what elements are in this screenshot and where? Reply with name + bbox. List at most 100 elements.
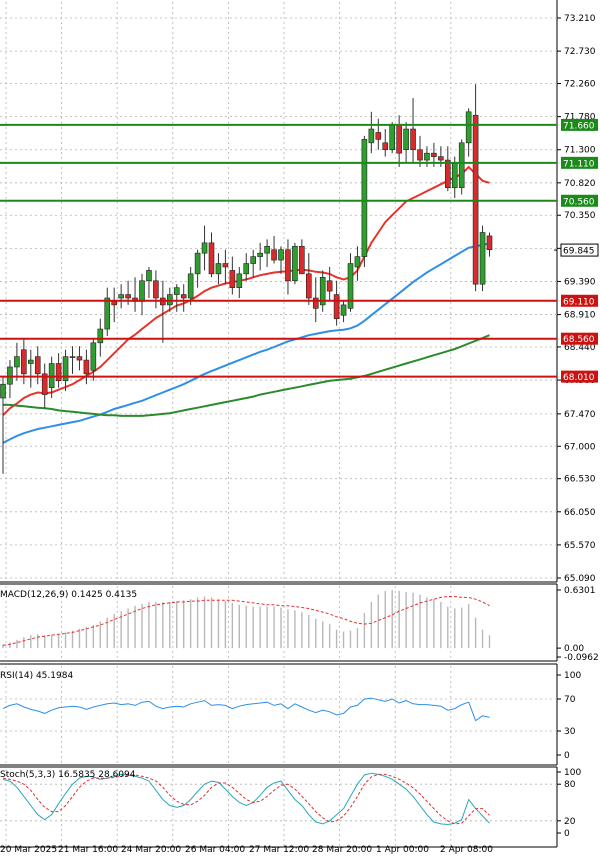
candle-body [222, 263, 229, 268]
candle-body [264, 245, 270, 254]
support-level-label: 69.110 [563, 297, 595, 307]
candle-body [7, 366, 13, 385]
ma-fast-line [2, 165, 490, 416]
candle-body [444, 159, 451, 188]
candle-body [361, 139, 368, 257]
candle-body [285, 249, 291, 282]
resistance-level-label: 71.110 [563, 159, 595, 169]
candle-body [354, 256, 361, 268]
rsi-line [2, 697, 490, 722]
candle-body [424, 152, 430, 161]
x-axis-time-label: 28 Mar 20:00 [312, 845, 372, 855]
candle-body [48, 363, 55, 388]
candle-body [458, 142, 465, 188]
price-y-tick-label: 67.470 [564, 410, 596, 420]
candle-body [187, 273, 194, 299]
candle-body [368, 128, 375, 144]
candle-body [21, 349, 27, 375]
rsi-y-tick-label: 0 [564, 751, 570, 761]
candle-body [257, 252, 263, 257]
rsi-indicator-label: RSI(14) 45.1984 [0, 671, 73, 681]
candle-body [111, 301, 117, 306]
candle-body [278, 249, 284, 261]
candle-body [208, 242, 215, 275]
price-y-tick-label: 67.000 [564, 442, 596, 452]
macd-y-tick-label: -0.0962 [564, 653, 599, 663]
candle-body [146, 270, 152, 282]
x-axis-time-label: 27 Mar 12:00 [249, 845, 309, 855]
candle-body [83, 359, 90, 375]
candle-body [451, 163, 458, 188]
resistance-level-label: 70.560 [563, 197, 595, 207]
candle-body [299, 245, 305, 275]
price-y-tick-label: 72.260 [564, 80, 596, 90]
price-y-tick-label: 65.090 [564, 574, 596, 584]
candle-body [479, 232, 486, 285]
candle-body [375, 132, 382, 140]
candle-body [417, 149, 423, 161]
x-axis-time-label: 1 Apr 00:00 [376, 845, 429, 855]
candle-body [167, 294, 173, 306]
price-y-tick-label: 70.820 [564, 179, 596, 189]
candle-body [27, 359, 34, 364]
candle-body [382, 142, 389, 151]
candle-body [194, 252, 201, 275]
candle-body [229, 270, 236, 288]
stoch-y-tick-label: 0 [564, 829, 570, 839]
candle-body [431, 152, 437, 157]
stoch-y-tick-label: 80 [564, 780, 576, 790]
price-y-tick-label: 69.390 [564, 277, 596, 287]
resistance-level-label: 71.660 [563, 121, 595, 131]
candle-body [333, 294, 340, 319]
candle-body [403, 128, 409, 151]
trading-chart[interactable]: 73.210 72.730 72.260 71.780 71.300 70.820 70.3… [0, 0, 600, 862]
candle-body [243, 263, 250, 275]
price-y-tick-label: 70.350 [564, 211, 596, 221]
candle-body [396, 125, 402, 154]
candle-body [410, 128, 416, 151]
current-price-label: 69.845 [563, 247, 595, 257]
candle-body [438, 156, 444, 161]
x-axis-time-label: 26 Mar 04:00 [185, 845, 245, 855]
price-y-tick-label: 68.910 [564, 311, 596, 321]
x-axis-time-label: 24 Mar 20:00 [121, 845, 181, 855]
rsi-y-tick-label: 70 [564, 695, 576, 705]
candle-body [34, 356, 41, 375]
candle-body [76, 356, 83, 361]
price-y-tick-label: 72.730 [564, 47, 596, 57]
candle-body [118, 294, 124, 299]
candle-body [292, 245, 298, 282]
candle-body [472, 114, 479, 285]
candle-body [97, 328, 104, 344]
stoch-y-tick-label: 100 [564, 768, 581, 778]
candle-body [312, 297, 319, 309]
candle-body [139, 280, 145, 302]
candle-body [125, 294, 131, 299]
stoch-y-tick-label: 20 [564, 817, 576, 827]
candle-body [69, 356, 76, 358]
candle-body [90, 342, 97, 371]
price-y-tick-label: 73.210 [564, 14, 596, 24]
chart-svg: 73.21072.73072.26071.78071.30070.82070.3… [0, 0, 599, 855]
candle-body [486, 235, 493, 251]
candle-body [104, 297, 111, 330]
candle-body [14, 356, 20, 368]
candle-body [271, 249, 277, 261]
candle-body [250, 256, 256, 264]
candle-body [201, 242, 208, 254]
candle-body [326, 280, 333, 292]
candle-body [465, 111, 472, 144]
stoch-indicator-label: Stoch(5,3,3) 16.5835 28.6094 [0, 770, 136, 780]
candle-body [236, 273, 243, 288]
candle-body [215, 263, 222, 275]
candle-body [389, 125, 396, 151]
macd-y-tick-label: 0.6301 [564, 586, 596, 596]
candle-body [153, 280, 159, 299]
candle-body [0, 383, 6, 399]
candle-body [55, 363, 62, 382]
support-level-label: 68.010 [563, 373, 595, 383]
price-y-tick-label: 66.530 [564, 475, 596, 485]
candle-body [340, 304, 347, 316]
x-axis-time-label: 20 Mar 2025 [0, 845, 57, 855]
candle-body [173, 287, 180, 295]
